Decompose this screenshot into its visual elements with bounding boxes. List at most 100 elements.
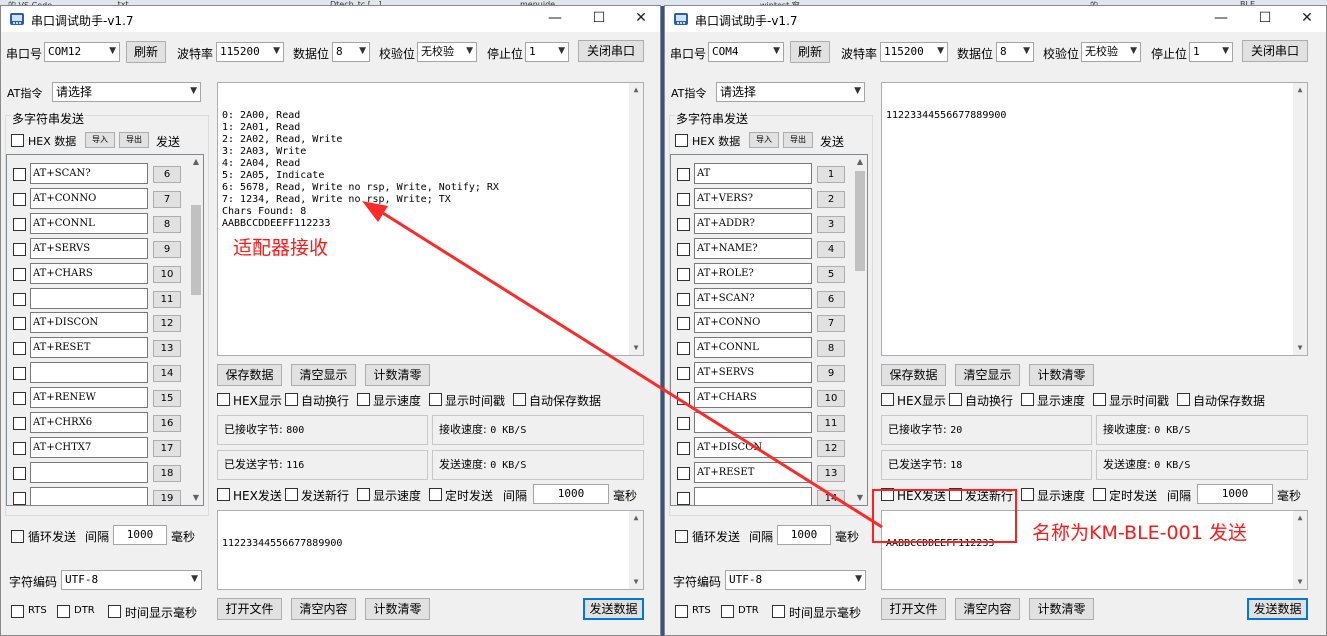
- row-command-input[interactable]: AT+CONNO: [694, 312, 812, 334]
- auto-save-checkbox[interactable]: [1177, 393, 1190, 406]
- row-checkbox[interactable]: [13, 192, 26, 206]
- row-checkbox[interactable]: [677, 441, 690, 455]
- minimize-button[interactable]: —: [1206, 6, 1236, 32]
- row-checkbox[interactable]: [677, 342, 690, 356]
- scroll-down-icon[interactable]: ▼: [1293, 575, 1307, 589]
- scroll-up-icon[interactable]: ▲: [629, 511, 643, 525]
- row-send-button[interactable]: 11: [817, 415, 845, 432]
- row-command-input[interactable]: AT+CHARS: [694, 387, 812, 409]
- row-checkbox[interactable]: [13, 217, 26, 231]
- scroll-up-icon[interactable]: ▲: [629, 83, 643, 97]
- list-scrollbar[interactable]: ▲ ▼: [853, 155, 867, 505]
- save-data-button[interactable]: 保存数据: [217, 364, 282, 386]
- scroll-down-icon[interactable]: ▼: [189, 491, 203, 505]
- scroll-up-icon[interactable]: ▲: [1293, 511, 1307, 525]
- row-checkbox[interactable]: [13, 367, 26, 381]
- rx-show-speed-checkbox[interactable]: [357, 393, 370, 406]
- row-send-button[interactable]: 8: [817, 340, 845, 358]
- row-checkbox[interactable]: [677, 292, 690, 306]
- port-select[interactable]: COM4 ▼: [708, 42, 784, 62]
- rx-reset-count-button[interactable]: 计数清零: [365, 364, 430, 386]
- scroll-up-icon[interactable]: ▲: [189, 155, 203, 169]
- auto-save-checkbox[interactable]: [513, 393, 526, 406]
- timestamp-checkbox[interactable]: [429, 393, 442, 406]
- row-send-button[interactable]: 17: [153, 439, 181, 457]
- scroll-down-icon[interactable]: ▼: [1293, 341, 1307, 355]
- close-window-button[interactable]: ✕: [1292, 6, 1322, 32]
- at-command-select[interactable]: 请选择 ▼: [716, 82, 865, 102]
- row-send-button[interactable]: 5: [817, 265, 845, 283]
- row-command-input[interactable]: AT+DISCON: [694, 436, 812, 458]
- encoding-select[interactable]: UTF-8 ▼: [61, 570, 202, 590]
- loop-send-checkbox[interactable]: [675, 530, 688, 543]
- send-data-button[interactable]: 发送数据: [583, 598, 644, 620]
- row-checkbox[interactable]: [677, 417, 690, 430]
- row-send-button[interactable]: 9: [153, 240, 181, 258]
- row-checkbox[interactable]: [13, 317, 26, 331]
- row-send-button[interactable]: 11: [153, 290, 181, 308]
- rts-checkbox[interactable]: [11, 605, 24, 618]
- row-command-input[interactable]: AT+SERVS: [30, 237, 148, 259]
- rx-show-speed-checkbox[interactable]: [1021, 393, 1034, 406]
- row-command-input[interactable]: AT+SERVS: [694, 362, 812, 384]
- row-checkbox[interactable]: [13, 441, 26, 455]
- send-newline-checkbox[interactable]: [285, 488, 298, 501]
- row-checkbox[interactable]: [677, 367, 690, 381]
- scroll-thumb[interactable]: [855, 171, 865, 271]
- timestamp-checkbox[interactable]: [1093, 393, 1106, 406]
- dtr-checkbox[interactable]: [721, 605, 734, 618]
- at-command-select[interactable]: 请选择 ▼: [52, 82, 201, 102]
- hex-data-checkbox[interactable]: [11, 134, 24, 147]
- tx-reset-count-button[interactable]: 计数清零: [365, 598, 430, 620]
- parity-select[interactable]: 无校验 ▼: [417, 42, 477, 62]
- clear-content-button[interactable]: 清空内容: [291, 598, 356, 620]
- refresh-button[interactable]: 刷新: [790, 41, 830, 63]
- receive-textarea[interactable]: 0: 2A00, Read 1: 2A01, Read 2: 2A02, Rea…: [217, 82, 644, 356]
- open-file-button[interactable]: 打开文件: [217, 598, 282, 620]
- time-ms-checkbox[interactable]: [108, 605, 121, 618]
- row-checkbox[interactable]: [13, 168, 26, 181]
- row-send-button[interactable]: 6: [153, 166, 181, 183]
- timed-send-checkbox[interactable]: [1093, 488, 1106, 501]
- scroll-down-icon[interactable]: ▼: [853, 491, 867, 505]
- row-command-input[interactable]: AT+RESET: [30, 337, 148, 359]
- time-ms-checkbox[interactable]: [772, 605, 785, 618]
- row-checkbox[interactable]: [13, 267, 26, 281]
- row-send-button[interactable]: 14: [817, 489, 845, 505]
- row-send-button[interactable]: 4: [817, 240, 845, 258]
- clear-display-button[interactable]: 清空显示: [955, 364, 1020, 386]
- row-command-input[interactable]: [30, 461, 148, 483]
- row-send-button[interactable]: 14: [153, 365, 181, 383]
- timed-send-checkbox[interactable]: [429, 488, 442, 501]
- close-window-button[interactable]: ✕: [626, 6, 656, 32]
- baud-select[interactable]: 115200 ▼: [216, 42, 284, 62]
- row-command-input[interactable]: AT+CONNO: [30, 187, 148, 209]
- row-send-button[interactable]: 9: [817, 365, 845, 383]
- receive-textarea[interactable]: 11223344556677889900 ▲ ▼: [881, 82, 1308, 356]
- row-command-input[interactable]: AT+RENEW: [30, 387, 148, 409]
- scroll-down-icon[interactable]: ▼: [629, 575, 643, 589]
- row-send-button[interactable]: 2: [817, 190, 845, 208]
- stopbits-select[interactable]: 1 ▼: [525, 42, 569, 62]
- row-send-button[interactable]: 7: [153, 190, 181, 208]
- row-command-input[interactable]: [30, 486, 148, 505]
- import-button[interactable]: 导入: [749, 132, 779, 148]
- maximize-button[interactable]: ☐: [584, 6, 614, 32]
- row-checkbox[interactable]: [677, 267, 690, 281]
- dtr-checkbox[interactable]: [57, 605, 70, 618]
- row-send-button[interactable]: 8: [153, 215, 181, 233]
- row-command-input[interactable]: [30, 362, 148, 384]
- row-command-input[interactable]: AT+SCAN?: [30, 163, 148, 184]
- tx-reset-count-button[interactable]: 计数清零: [1029, 598, 1094, 620]
- row-send-button[interactable]: 15: [153, 390, 181, 408]
- row-send-button[interactable]: 10: [817, 390, 845, 408]
- list-scrollbar[interactable]: ▲ ▼: [189, 155, 203, 505]
- parity-select[interactable]: 无校验 ▼: [1081, 42, 1141, 62]
- tx-show-speed-checkbox[interactable]: [357, 488, 370, 501]
- loop-interval-input[interactable]: 1000: [777, 525, 831, 545]
- row-command-input[interactable]: AT+CHTX7: [30, 436, 148, 458]
- row-command-input[interactable]: AT+VERS?: [694, 187, 812, 209]
- row-command-input[interactable]: AT+CONNL: [30, 212, 148, 234]
- row-checkbox[interactable]: [677, 242, 690, 256]
- send-data-button[interactable]: 发送数据: [1247, 598, 1308, 620]
